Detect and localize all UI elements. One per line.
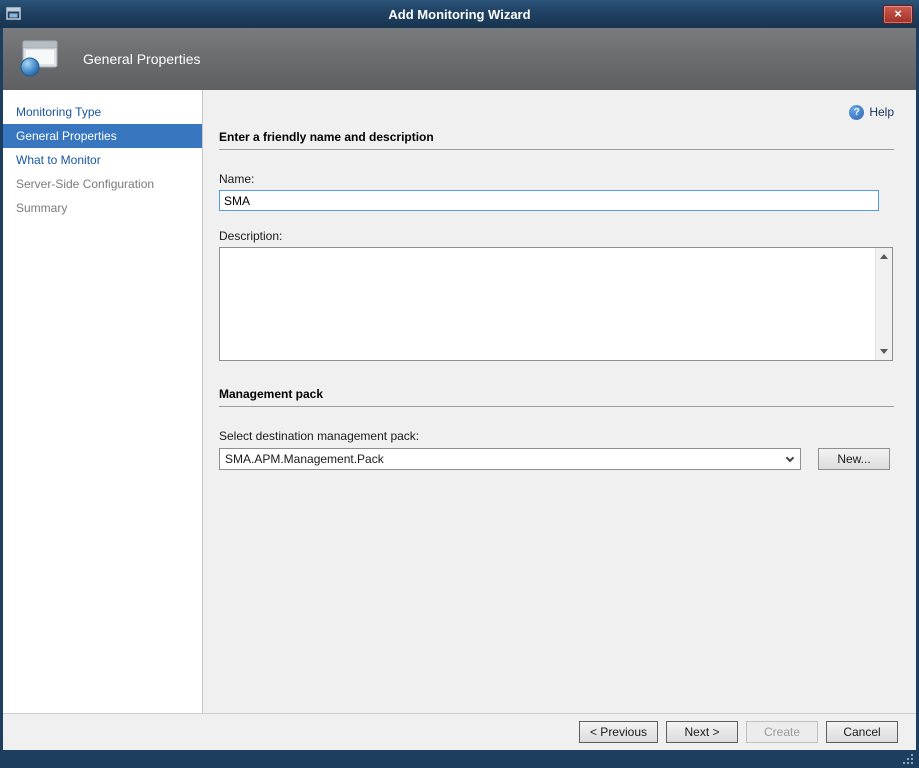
wizard-header: General Properties <box>3 28 916 90</box>
close-icon: × <box>894 5 902 21</box>
close-button[interactable]: × <box>883 4 913 24</box>
wizard-footer: < Previous Next > Create Cancel <box>3 713 916 750</box>
page-title: General Properties <box>83 51 201 67</box>
name-label: Name: <box>219 172 255 186</box>
management-pack-select[interactable]: SMA.APM.Management.Pack <box>219 448 801 470</box>
management-pack-row: SMA.APM.Management.Pack New... <box>219 448 894 470</box>
description-label: Description: <box>219 229 283 243</box>
window-title: Add Monitoring Wizard <box>388 6 531 22</box>
scroll-down-button[interactable] <box>876 343 892 360</box>
section-title-management-pack: Management pack <box>219 387 894 407</box>
help-link[interactable]: ? Help <box>219 104 894 120</box>
wizard-body: Monitoring Type General Properties What … <box>3 90 916 713</box>
next-button[interactable]: Next > <box>666 721 738 743</box>
step-summary: Summary <box>16 201 68 215</box>
help-icon: ? <box>849 104 865 120</box>
step-server-side-configuration: Server-Side Configuration <box>16 177 155 191</box>
name-input[interactable] <box>219 190 879 211</box>
description-box <box>219 247 893 361</box>
help-label: Help <box>869 105 894 119</box>
step-monitoring-type[interactable]: Monitoring Type <box>3 100 202 124</box>
step-what-to-monitor[interactable]: What to Monitor <box>3 148 202 172</box>
wizard-icon <box>17 39 61 80</box>
previous-button[interactable]: < Previous <box>578 721 658 743</box>
wizard-content: ? Help Enter a friendly name and descrip… <box>203 90 916 713</box>
description-textarea[interactable] <box>220 248 875 360</box>
scroll-up-button[interactable] <box>876 248 892 265</box>
selected-pack-value: SMA.APM.Management.Pack <box>225 452 384 466</box>
section-title-friendly-name: Enter a friendly name and description <box>219 130 894 150</box>
select-pack-label: Select destination management pack: <box>219 429 420 443</box>
create-button: Create <box>746 721 818 743</box>
title-bar: Add Monitoring Wizard × <box>0 0 919 28</box>
new-button[interactable]: New... <box>818 448 890 470</box>
step-general-properties[interactable]: General Properties <box>3 124 202 148</box>
cancel-button[interactable]: Cancel <box>826 721 898 743</box>
wizard-window: Add Monitoring Wizard × General Properti… <box>0 0 919 768</box>
combo-dropdown-button[interactable] <box>780 449 800 469</box>
wizard-frame: General Properties Monitoring Type Gener… <box>3 28 916 750</box>
window-bottom-border <box>0 750 919 768</box>
resize-grip[interactable] <box>903 754 914 765</box>
wizard-steps: Monitoring Type General Properties What … <box>3 90 203 713</box>
scroll-down-icon <box>880 349 888 354</box>
textarea-scrollbar[interactable] <box>875 248 892 360</box>
window-icon <box>6 6 24 22</box>
chevron-down-icon <box>785 453 795 462</box>
scroll-up-icon <box>880 254 888 259</box>
